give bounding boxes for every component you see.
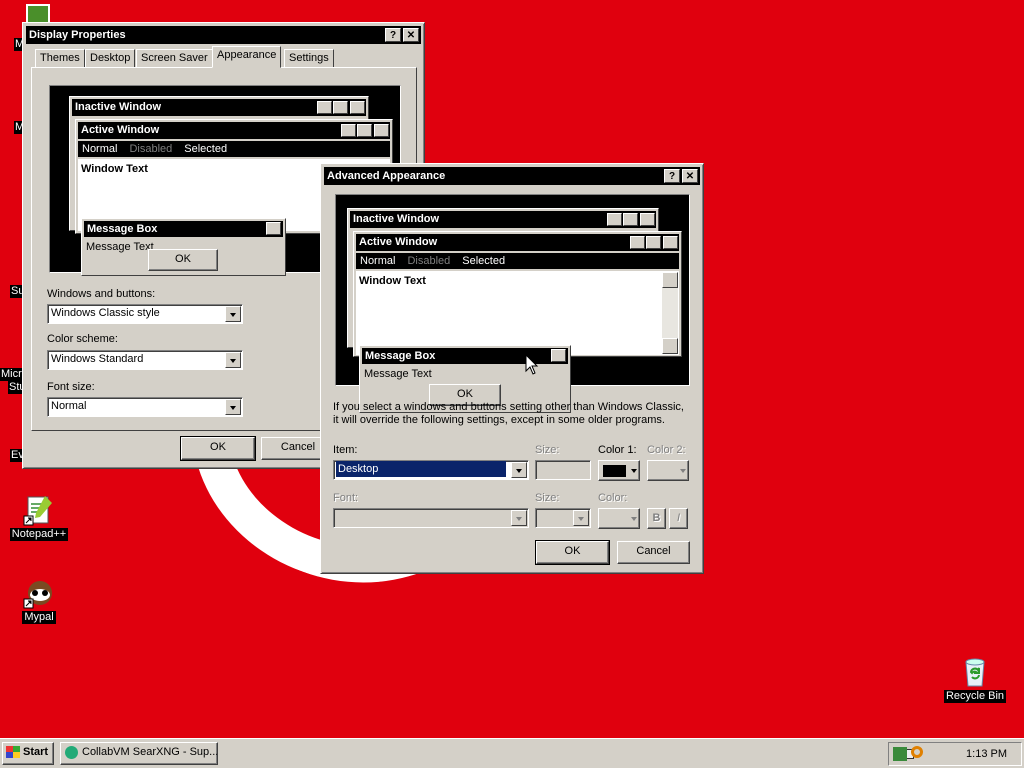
- windows-buttons-label: Windows and buttons:: [47, 288, 156, 300]
- mypal-icon: [23, 577, 55, 609]
- start-label: Start: [23, 746, 49, 758]
- taskbar: Start CollabVM SearXNG - Sup... 1:13 PM: [0, 738, 1024, 768]
- font-label: Font:: [333, 492, 359, 504]
- chevron-down-icon[interactable]: [511, 510, 527, 526]
- tab-themes[interactable]: Themes: [35, 49, 85, 68]
- taskbar-task-button[interactable]: CollabVM SearXNG - Sup...: [60, 742, 218, 765]
- ok-button[interactable]: OK: [535, 540, 610, 565]
- clock[interactable]: 1:13 PM: [966, 748, 1007, 760]
- advanced-preview: Inactive Window Active Window Normal Disa…: [335, 194, 690, 413]
- italic-toggle[interactable]: I: [669, 508, 688, 529]
- desktop-icon-label: Notepad++: [9, 528, 69, 541]
- task-label: CollabVM SearXNG - Sup...: [82, 746, 218, 758]
- preview-scrollbar: [662, 272, 678, 354]
- chevron-down-icon[interactable]: [225, 306, 241, 322]
- font-size-select[interactable]: Normal: [47, 397, 243, 417]
- info-text-line1: If you select a windows and buttons sett…: [333, 401, 684, 413]
- chevron-down-icon: [680, 469, 686, 473]
- preview-menu-bar: Normal Disabled Selected: [78, 141, 390, 157]
- color2-label: Color 2:: [647, 444, 686, 456]
- display-properties-titlebar[interactable]: Display Properties ? ✕: [26, 26, 421, 44]
- info-text-line2: it will override the following settings,…: [333, 414, 665, 426]
- desktop-icon-label: Recycle Bin: [943, 690, 1007, 703]
- notepadpp-icon: [23, 494, 55, 526]
- windows-buttons-select[interactable]: Windows Classic style: [47, 304, 243, 324]
- item-select[interactable]: Desktop: [333, 460, 529, 480]
- mouse-cursor-icon: [525, 353, 539, 379]
- ok-button[interactable]: OK: [180, 436, 256, 461]
- item-label: Item:: [333, 444, 358, 456]
- advanced-appearance-window: Advanced Appearance ? ✕ Inactive Window …: [320, 163, 704, 574]
- tab-desktop[interactable]: Desktop: [85, 49, 136, 68]
- tab-settings[interactable]: Settings: [284, 49, 334, 68]
- color1-picker[interactable]: [598, 460, 640, 481]
- preview-message-box: Message Box Message Text OK: [81, 218, 286, 276]
- cancel-button[interactable]: Cancel: [617, 541, 690, 564]
- chevron-down-icon[interactable]: [225, 352, 241, 368]
- advanced-appearance-titlebar[interactable]: Advanced Appearance ? ✕: [324, 167, 700, 185]
- preview-menu-bar: Normal Disabled Selected: [356, 253, 679, 269]
- item-size-label: Size:: [535, 444, 560, 456]
- close-button[interactable]: ✕: [682, 169, 698, 183]
- system-tray: 1:13 PM: [888, 742, 1022, 766]
- search-icon[interactable]: [911, 746, 923, 758]
- chevron-down-icon[interactable]: [573, 510, 589, 526]
- desktop-icon-notepadpp[interactable]: Notepad++: [4, 494, 74, 541]
- color1-label: Color 1:: [598, 444, 637, 456]
- chevron-down-icon[interactable]: [225, 399, 241, 415]
- chevron-down-icon: [631, 517, 637, 521]
- tab-screen-saver[interactable]: Screen Saver: [136, 49, 213, 68]
- close-button[interactable]: ✕: [403, 28, 419, 42]
- desktop-icon-mypal[interactable]: Mypal: [4, 577, 74, 624]
- recycle-bin-icon: [959, 656, 991, 688]
- windows-logo-icon: [6, 746, 20, 759]
- chevron-down-icon: [631, 469, 637, 473]
- tab-appearance[interactable]: Appearance: [212, 46, 282, 68]
- chevron-down-icon[interactable]: [511, 462, 527, 478]
- window-title: Display Properties: [29, 29, 126, 41]
- color-scheme-label: Color scheme:: [47, 333, 118, 345]
- bold-toggle[interactable]: B: [647, 508, 666, 529]
- font-select[interactable]: [333, 508, 529, 528]
- preview-message-text: Message Text: [86, 241, 154, 253]
- start-button[interactable]: Start: [2, 742, 54, 765]
- item-select-value: Desktop: [336, 461, 506, 477]
- help-button[interactable]: ?: [664, 169, 680, 183]
- preview-ok-button: OK: [148, 249, 218, 271]
- preview-window-text: Window Text: [356, 271, 679, 355]
- color-swatch: [603, 465, 626, 477]
- preview-message-text: Message Text: [364, 368, 432, 380]
- font-size-label: Size:: [535, 492, 560, 504]
- color-scheme-select[interactable]: Windows Standard: [47, 350, 243, 370]
- item-size-spinner[interactable]: [535, 460, 591, 480]
- desktop-icon-recycle-bin[interactable]: Recycle Bin: [940, 656, 1010, 703]
- font-size-label: Font size:: [47, 381, 95, 393]
- color2-picker[interactable]: [647, 460, 689, 481]
- desktop-icon-label: Mypal: [22, 611, 56, 624]
- font-color-picker[interactable]: [598, 508, 640, 529]
- font-size-select[interactable]: [535, 508, 591, 528]
- browser-icon: [65, 745, 78, 759]
- network-icon[interactable]: [893, 747, 907, 761]
- preview-active-window: Active Window Normal Disabled Selected Win…: [353, 231, 682, 357]
- font-color-label: Color:: [598, 492, 628, 504]
- help-button[interactable]: ?: [385, 28, 401, 42]
- window-title: Advanced Appearance: [327, 170, 446, 182]
